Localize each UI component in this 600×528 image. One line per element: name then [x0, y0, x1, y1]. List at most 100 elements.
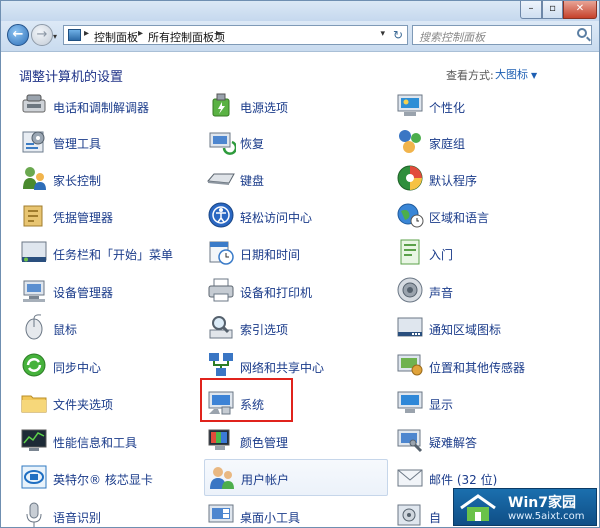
- house-logo-icon: [460, 494, 496, 521]
- speaker-icon: [397, 277, 423, 303]
- item-label: 区域和语言: [429, 211, 490, 225]
- title-bar: – ▫ ✕: [1, 1, 599, 21]
- item-indexing-options[interactable]: 索引选项: [206, 312, 386, 346]
- keyboard-icon: [206, 173, 235, 185]
- view-by-label: 查看方式:: [446, 69, 494, 82]
- breadcrumb-separator[interactable]: ▸: [138, 28, 143, 39]
- phone-modem-icon: [22, 94, 46, 113]
- item-parental-controls[interactable]: 家长控制: [19, 163, 199, 197]
- item-intel-graphics[interactable]: 英特尔® 核芯显卡: [19, 462, 199, 496]
- view-by-dropdown[interactable]: 大图标 ▼: [495, 66, 537, 82]
- forward-button[interactable]: →: [31, 24, 53, 46]
- display-icon: [397, 391, 423, 413]
- globe-clock-icon: [397, 203, 424, 228]
- item-label: 同步中心: [53, 361, 102, 375]
- watermark-title: Win7家园: [508, 495, 576, 511]
- minimize-button[interactable]: –: [520, 1, 542, 19]
- item-label: 轻松访问中心: [240, 211, 313, 225]
- item-label: 性能信息和工具: [53, 436, 138, 450]
- printer-icon: [208, 278, 234, 302]
- item-label: 日期和时间: [240, 248, 301, 262]
- item-taskbar-start-menu[interactable]: 任务栏和「开始」菜单: [19, 237, 199, 271]
- item-keyboard[interactable]: 键盘: [206, 163, 386, 197]
- item-devices-printers[interactable]: 设备和打印机: [206, 275, 386, 309]
- item-homegroup[interactable]: 家庭组: [395, 126, 580, 160]
- default-programs-icon: [397, 165, 423, 191]
- item-mouse[interactable]: 鼠标: [19, 312, 199, 346]
- credential-manager-icon: [23, 205, 43, 227]
- item-user-accounts[interactable]: 用户帐户: [204, 459, 388, 496]
- item-speech-recognition[interactable]: 语音识别: [19, 500, 199, 527]
- performance-icon: [21, 429, 47, 451]
- item-label: 设备和打印机: [240, 286, 313, 300]
- highlight-box: [200, 378, 293, 422]
- troubleshoot-icon: [397, 429, 423, 453]
- item-label: 用户帐户: [241, 473, 290, 487]
- item-notification-icons[interactable]: 通知区域图标: [395, 312, 580, 346]
- item-label: 管理工具: [53, 137, 102, 151]
- item-label: 家长控制: [53, 174, 102, 188]
- item-personalization[interactable]: 个性化: [395, 90, 580, 124]
- item-label: 家庭组: [429, 137, 466, 151]
- item-display[interactable]: 显示: [395, 387, 580, 421]
- item-credential-manager[interactable]: 凭据管理器: [19, 200, 199, 234]
- item-label: 颜色管理: [240, 436, 289, 450]
- breadcrumb-control-panel[interactable]: 控制面板: [94, 29, 138, 45]
- item-label: 位置和其他传感器: [429, 361, 526, 375]
- item-color-management[interactable]: 颜色管理: [206, 425, 386, 459]
- close-button[interactable]: ✕: [563, 1, 597, 19]
- refresh-button[interactable]: ↻: [389, 26, 407, 44]
- breadcrumb-all-items[interactable]: 所有控制面板项: [148, 29, 225, 45]
- search-icon[interactable]: [577, 28, 587, 38]
- user-accounts-icon: [210, 467, 234, 489]
- item-sound[interactable]: 声音: [395, 275, 580, 309]
- recovery-icon: [209, 132, 236, 155]
- item-getting-started[interactable]: 入门: [395, 237, 580, 271]
- back-button[interactable]: ←: [7, 24, 29, 46]
- breadcrumb-separator[interactable]: ▸: [84, 28, 89, 39]
- network-icon: [209, 353, 233, 376]
- search-box[interactable]: 搜索控制面板: [412, 25, 592, 45]
- watermark-url: www.5aixt.com: [508, 511, 585, 522]
- magnifier-icon: [209, 316, 233, 339]
- item-region-language[interactable]: 区域和语言: [395, 200, 580, 234]
- item-label: 索引选项: [240, 323, 289, 337]
- item-admin-tools[interactable]: 管理工具: [19, 126, 199, 160]
- address-dropdown-icon[interactable]: ▾: [380, 29, 385, 39]
- item-date-time[interactable]: 日期和时间: [206, 237, 386, 271]
- item-label: 个性化: [429, 101, 466, 115]
- homegroup-icon: [399, 130, 421, 153]
- ease-of-access-icon: [208, 202, 234, 228]
- item-label: 键盘: [240, 174, 265, 188]
- watermark-logo: Win7家园 www.5aixt.com: [453, 488, 597, 526]
- navigation-bar: ← → ▾ ▸ 控制面板 ▸ 所有控制面板项 ▸ ▾ ↻ 搜索控制面板: [1, 21, 599, 52]
- item-label: 电话和调制解调器: [53, 101, 150, 115]
- mail-icon: [397, 469, 423, 487]
- item-sync-center[interactable]: 同步中心: [19, 350, 199, 384]
- item-label: 英特尔® 核芯显卡: [53, 473, 153, 487]
- item-device-manager[interactable]: 设备管理器: [19, 275, 199, 309]
- item-label: 通知区域图标: [429, 323, 502, 337]
- sync-center-icon: [22, 353, 46, 377]
- gadgets-icon: [208, 504, 234, 523]
- item-recovery[interactable]: 恢复: [206, 126, 386, 160]
- device-manager-icon: [23, 280, 45, 302]
- page-title: 调整计算机的设置: [19, 70, 124, 85]
- item-autoplay[interactable]: 自: [395, 500, 455, 527]
- item-power-options[interactable]: 电源选项: [206, 90, 386, 124]
- item-default-programs[interactable]: 默认程序: [395, 163, 580, 197]
- address-bar[interactable]: ▸ 控制面板 ▸ 所有控制面板项 ▸ ▾: [63, 25, 408, 45]
- item-desktop-gadgets[interactable]: 桌面小工具: [206, 500, 386, 527]
- item-phone-modem[interactable]: 电话和调制解调器: [19, 90, 199, 124]
- item-location-sensors[interactable]: 位置和其他传感器: [395, 350, 580, 384]
- breadcrumb-separator[interactable]: ▸: [216, 28, 221, 39]
- item-folder-options[interactable]: 文件夹选项: [19, 387, 199, 421]
- item-performance-info[interactable]: 性能信息和工具: [19, 425, 199, 459]
- item-ease-of-access[interactable]: 轻松访问中心: [206, 200, 386, 234]
- item-troubleshooting[interactable]: 疑难解答: [395, 425, 580, 459]
- view-by-value[interactable]: 大图标: [495, 68, 528, 81]
- chevron-down-icon[interactable]: ▼: [531, 71, 537, 80]
- recent-pages-dropdown[interactable]: ▾: [53, 32, 57, 41]
- maximize-button[interactable]: ▫: [542, 1, 563, 19]
- getting-started-icon: [400, 239, 420, 265]
